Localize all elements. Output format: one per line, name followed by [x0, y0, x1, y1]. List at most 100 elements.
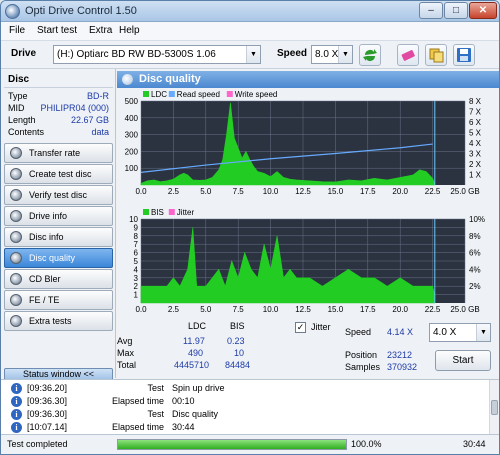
y-tick-label: 3 — [134, 274, 139, 283]
log-value: Spin up drive — [172, 383, 225, 393]
x-tick-label: 5.0 — [200, 187, 212, 196]
x-tick-label: 22.5 — [425, 187, 441, 196]
log-row: i [09:36.20] Test Spin up drive — [1, 382, 489, 395]
x-tick-label: 12.5 — [295, 187, 311, 196]
disc-icon — [10, 252, 22, 264]
menu-help[interactable]: Help — [119, 25, 140, 36]
legend-label: Read speed — [177, 90, 220, 99]
stats-avg-bis: 0.23 — [227, 336, 245, 346]
legend-swatch — [226, 91, 233, 97]
jitter-checkbox[interactable]: ✓ — [295, 322, 306, 333]
y2-tick-label: 10% — [469, 215, 485, 224]
info-icon: i — [11, 422, 22, 433]
refresh-button[interactable] — [359, 44, 381, 66]
minimize-button[interactable]: – — [419, 2, 443, 19]
erase-button[interactable] — [397, 44, 419, 66]
nav-disc-info[interactable]: Disc info — [4, 227, 113, 247]
nav-label: Extra tests — [29, 316, 72, 326]
disc-icon — [10, 147, 22, 159]
log-key: Test — [147, 409, 164, 419]
eraser-icon — [401, 50, 415, 61]
maximize-button[interactable]: □ — [444, 2, 468, 19]
disc-info-row: Length 22.67 GB — [8, 115, 111, 127]
menu-extra[interactable]: Extra — [89, 25, 112, 36]
stats-max-label: Max — [117, 348, 135, 358]
nav-disc-quality[interactable]: Disc quality — [4, 248, 113, 268]
y2-tick-label: 2 X — [469, 160, 482, 169]
x-tick-label: 15.0 — [328, 187, 344, 196]
nav-drive-info[interactable]: Drive info — [4, 206, 113, 226]
y2-tick-label: 6% — [469, 249, 481, 258]
app-window: Opti Drive Control 1.50 – □ ✕ File Start… — [0, 0, 500, 455]
log-key: Elapsed time — [111, 422, 164, 432]
test-speed-select[interactable]: 4.0 X ▼ — [429, 323, 491, 342]
nav-label: Transfer rate — [29, 148, 81, 158]
x-tick-label: 5.0 — [200, 305, 212, 314]
speed-label: Speed — [277, 48, 308, 59]
stats-col-bis: BIS — [230, 321, 245, 331]
y2-tick-label: 1 X — [469, 171, 482, 180]
x-tick-label: 0.0 — [135, 305, 147, 314]
nav-fe-te[interactable]: FE / TE — [4, 290, 113, 310]
nav-label: Disc info — [29, 232, 64, 242]
menu-start-test[interactable]: Start test — [37, 25, 77, 36]
ldc-chart: 0.0 2.5 5.0 7.5 10.0 12.5 15.0 17.5 20.0 22.5 25.0… — [125, 90, 482, 196]
disc-icon — [10, 273, 22, 285]
sidebar: Disc Type BD-R MID PHILIPR04 (000) Length 2… — [1, 69, 116, 381]
x-tick-label: 2.5 — [168, 187, 180, 196]
disc-icon — [122, 74, 133, 85]
speed-select[interactable]: 8.0 X ▼ — [311, 45, 353, 64]
save-button[interactable] — [453, 44, 475, 66]
close-button[interactable]: ✕ — [469, 2, 497, 19]
save-icon — [457, 48, 471, 62]
legend-swatch — [143, 209, 149, 215]
log-time: [09:36.20] — [27, 383, 68, 393]
nav-create-test-disc[interactable]: Create test disc — [4, 164, 113, 184]
y2-tick-label: 6 X — [469, 118, 482, 127]
scrollbar-thumb[interactable] — [491, 400, 498, 415]
start-button[interactable]: Start — [435, 350, 491, 371]
y2-tick-label: 4 X — [469, 139, 482, 148]
y-tick-label: 6 — [134, 249, 139, 258]
disc-icon — [10, 168, 22, 180]
menu-bar: File Start test Extra Help — [1, 22, 499, 41]
samples-value: 370932 — [387, 362, 418, 372]
log-scrollbar[interactable] — [489, 380, 499, 435]
log-row: i [09:36.30] Elapsed time 00:10 — [1, 395, 489, 408]
speed-stat-label: Speed — [345, 327, 372, 337]
nav-label: Drive info — [29, 211, 68, 221]
y2-tick-label: 8% — [469, 232, 481, 241]
disc-icon — [10, 189, 22, 201]
log-row: i [10:07.14] Elapsed time 30:44 — [1, 421, 489, 434]
app-disc-icon — [5, 4, 20, 19]
drive-select[interactable]: (H:) Optiarc BD RW BD-5300S 1.06 ▼ — [53, 45, 261, 64]
nav-cd-bler[interactable]: CD Bler — [4, 269, 113, 289]
disc-mid-value: PHILIPR04 (000) — [40, 103, 109, 113]
stats-avg-ldc: 11.97 — [183, 336, 205, 346]
x-tick-label: 0.0 — [135, 187, 147, 196]
menu-file[interactable]: File — [9, 25, 25, 36]
nav-verify-test-disc[interactable]: Verify test disc — [4, 185, 113, 205]
y2-tick-label: 5 X — [469, 129, 482, 138]
x-tick-label: 25.0 GB — [450, 187, 479, 196]
panel-header: Disc quality — [117, 71, 499, 88]
nav-transfer-rate[interactable]: Transfer rate — [4, 143, 113, 163]
x-tick-label: 17.5 — [360, 305, 376, 314]
nav-extra-tests[interactable]: Extra tests — [4, 311, 113, 331]
stats-total-bis: 84484 — [225, 360, 251, 370]
y-tick-label: 2 — [134, 282, 139, 291]
samples-label: Samples — [345, 362, 381, 372]
status-log: i [09:36.20] Test Spin up drive i [09:36.30]… — [1, 379, 499, 435]
status-bar: Test completed 100.0% 30:44 — [1, 434, 499, 454]
stats-max-ldc: 490 — [188, 348, 204, 358]
chevron-down-icon: ▼ — [476, 324, 490, 341]
progress-fill — [118, 440, 346, 449]
y-tick-label: 200 — [125, 147, 139, 156]
toolbar: Drive (H:) Optiarc BD RW BD-5300S 1.06 ▼… — [1, 41, 499, 69]
stats-col-ldc: LDC — [188, 321, 207, 331]
info-icon: i — [11, 383, 22, 394]
info-icon: i — [11, 396, 22, 407]
copy-button[interactable] — [425, 44, 447, 66]
y-tick-label: 1 — [134, 291, 139, 300]
legend-swatch — [143, 91, 149, 97]
